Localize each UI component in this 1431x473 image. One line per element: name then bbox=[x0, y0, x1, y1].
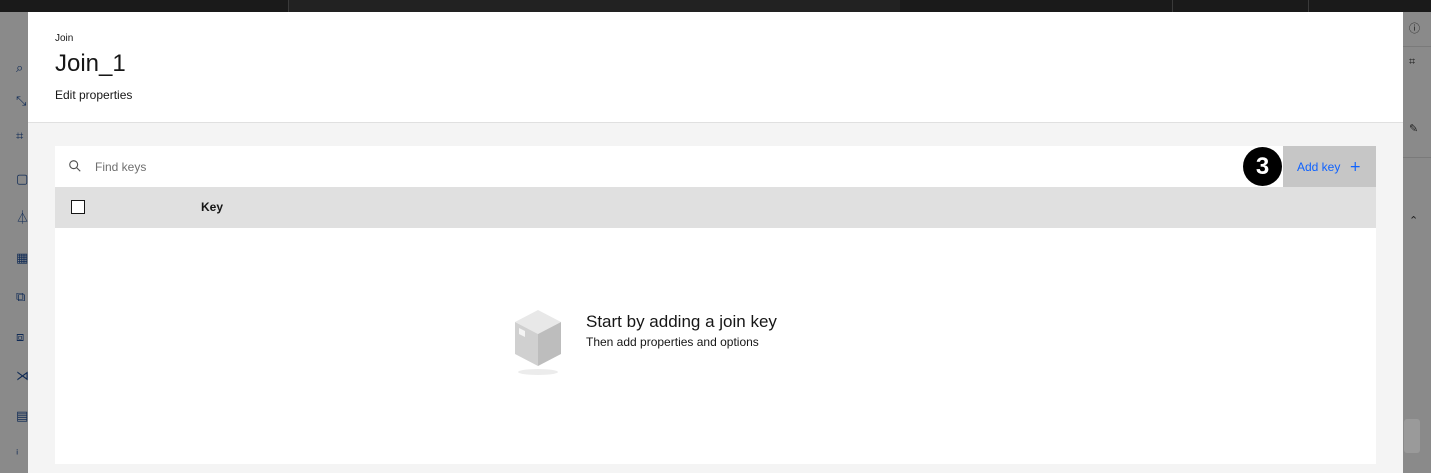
background-left-toolbar: ⌕ ⤡ ⌗ ▢ ⏃ ▦ ⧉ ⧈ ⋊ ▤ ⁱ bbox=[0, 12, 29, 473]
keys-toolbar: 3 Add key + bbox=[55, 146, 1376, 187]
empty-state-title: Start by adding a join key bbox=[586, 312, 777, 331]
add-key-button[interactable]: Add key + bbox=[1283, 146, 1376, 187]
add-key-label: Add key bbox=[1297, 159, 1341, 174]
empty-state: Start by adding a join key Then add prop… bbox=[55, 228, 1376, 464]
background-top-bar bbox=[0, 0, 1431, 12]
search-icon bbox=[69, 160, 81, 172]
table-header: Key bbox=[55, 187, 1376, 228]
background-top-segment bbox=[288, 0, 900, 12]
edit-icon: ✎ bbox=[1409, 122, 1419, 135]
fit-icon: ⌗ bbox=[1409, 55, 1416, 68]
find-keys-input[interactable] bbox=[95, 146, 1235, 187]
background-divider bbox=[1403, 157, 1431, 158]
modal-title: Join_1 bbox=[55, 50, 126, 77]
column-header-key: Key bbox=[201, 200, 224, 214]
keys-panel: 3 Add key + Key Start by adding a join k… bbox=[55, 146, 1376, 464]
info-icon: ⓘ bbox=[1409, 22, 1420, 35]
background-scroll-handle bbox=[1404, 419, 1420, 453]
modal-eyebrow: Join bbox=[55, 33, 74, 44]
step-badge: 3 bbox=[1243, 147, 1282, 186]
select-all-checkbox[interactable] bbox=[71, 200, 85, 214]
empty-state-subtitle: Then add properties and options bbox=[586, 335, 759, 349]
background-right-toolbar: ⓘ ⌗ ✎ ⌃ bbox=[1403, 12, 1431, 473]
plus-icon: + bbox=[1349, 158, 1362, 175]
modal-header: Join Join_1 Edit properties bbox=[28, 12, 1403, 123]
background-divider bbox=[1308, 0, 1309, 12]
join-properties-modal: Join Join_1 Edit properties 3 Add key + … bbox=[28, 12, 1403, 473]
background-divider bbox=[1172, 0, 1173, 12]
modal-subtitle: Edit properties bbox=[55, 88, 133, 102]
chevron-up-icon: ⌃ bbox=[1409, 214, 1419, 227]
empty-box-illustration bbox=[515, 310, 561, 375]
background-divider bbox=[1403, 46, 1431, 47]
